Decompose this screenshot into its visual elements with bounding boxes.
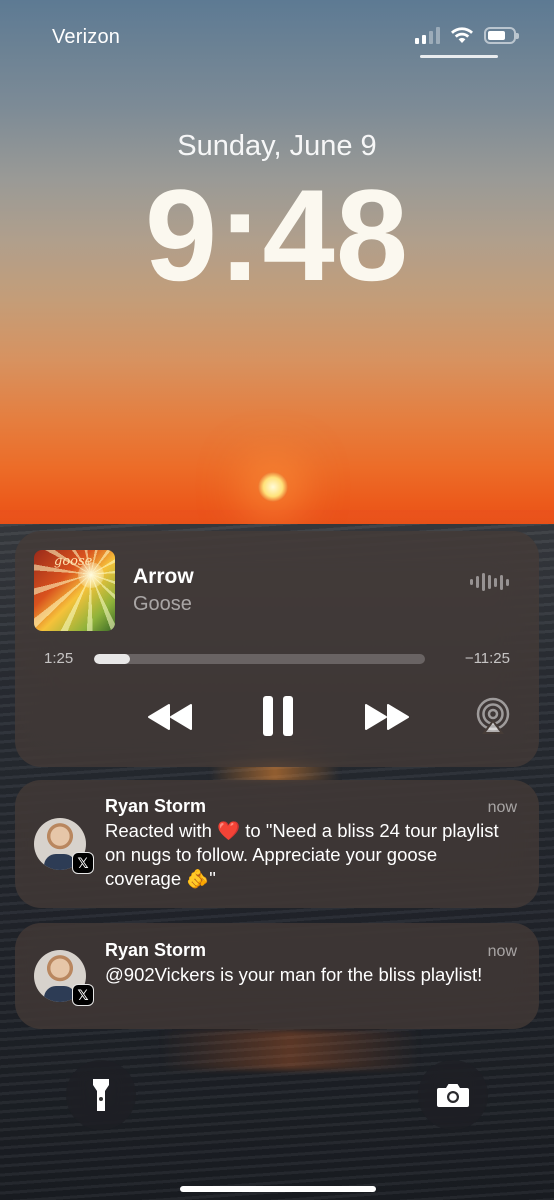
notification-body: Reacted with ❤️ to "Need a bliss 24 tour… xyxy=(105,820,499,889)
notification-sender: Ryan Storm xyxy=(105,796,207,816)
notification-time: now xyxy=(487,799,517,816)
camera-icon xyxy=(437,1084,469,1107)
fast-forward-icon xyxy=(365,704,409,730)
status-icons xyxy=(415,26,519,44)
notification-card[interactable]: 𝕏 Ryan Storm now @902Vickers is your man… xyxy=(15,923,539,1029)
notification-card[interactable]: 𝕏 Ryan Storm now Reacted with ❤️ to "Nee… xyxy=(15,780,539,908)
lock-date: Sunday, June 9 xyxy=(177,130,377,162)
sun-reflection-lower xyxy=(160,1030,420,1070)
airplay-icon xyxy=(476,697,510,734)
notification-time: now xyxy=(487,943,517,960)
flashlight-button[interactable] xyxy=(66,1060,136,1130)
airplay-button[interactable] xyxy=(472,695,514,737)
pause-button[interactable] xyxy=(255,691,301,741)
now-playing-widget[interactable]: goose Arrow Goose 1:25 −11:25 xyxy=(15,531,539,767)
camera-button[interactable] xyxy=(418,1060,488,1130)
lock-time: 9:48 xyxy=(144,162,410,308)
album-art-logo: goose xyxy=(54,554,93,569)
carrier-label: Verizon xyxy=(52,26,121,48)
flashlight-icon xyxy=(93,1079,109,1111)
notification-body: @902Vickers is your man for the bliss pl… xyxy=(105,964,483,985)
elapsed-time: 1:25 xyxy=(44,650,74,667)
sun xyxy=(258,472,288,502)
rewind-icon xyxy=(148,704,192,730)
album-art[interactable]: goose xyxy=(34,550,115,631)
x-app-icon: 𝕏 xyxy=(72,852,94,874)
playback-progress xyxy=(94,654,131,664)
cellular-signal-icon xyxy=(415,26,440,44)
battery-icon xyxy=(484,26,519,44)
playback-scrubber[interactable] xyxy=(94,654,425,664)
wifi-icon xyxy=(451,27,473,43)
track-artist: Goose xyxy=(133,593,192,615)
audio-waveform-icon xyxy=(470,573,509,591)
rewind-button[interactable] xyxy=(143,697,199,737)
home-indicator[interactable] xyxy=(180,1186,376,1192)
notification-sender: Ryan Storm xyxy=(105,940,207,960)
x-app-icon: 𝕏 xyxy=(72,984,94,1006)
pause-icon xyxy=(263,696,293,736)
horizon-glow xyxy=(0,510,554,524)
remaining-time: −11:25 xyxy=(464,650,510,667)
fast-forward-button[interactable] xyxy=(358,697,414,737)
control-center-indicator[interactable] xyxy=(420,55,498,58)
track-title: Arrow xyxy=(133,565,194,588)
